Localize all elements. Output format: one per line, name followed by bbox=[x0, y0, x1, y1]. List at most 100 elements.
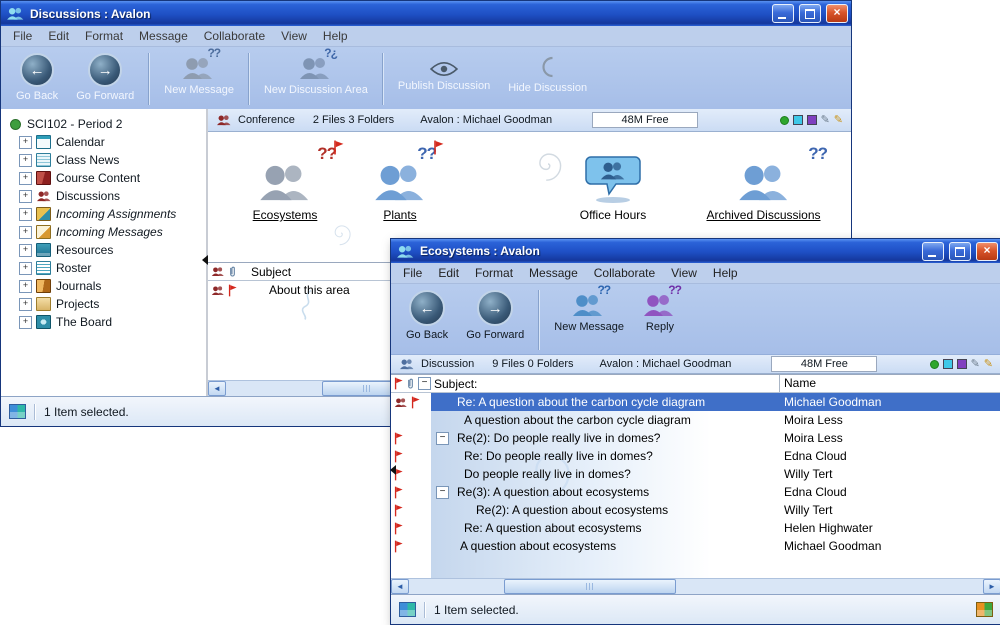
menu-view[interactable]: View bbox=[663, 264, 705, 282]
pencil-gray-icon[interactable]: ✎ bbox=[821, 115, 830, 125]
new-message-button[interactable]: ?? New Message bbox=[155, 50, 243, 108]
go-back-button[interactable]: ← Go Back bbox=[7, 50, 67, 108]
minimize-button[interactable] bbox=[922, 242, 944, 261]
minimize-button[interactable] bbox=[772, 4, 794, 23]
scroll-left-button[interactable]: ◄ bbox=[208, 381, 226, 396]
sidebar-item-the-board[interactable]: + The Board bbox=[1, 313, 206, 331]
layout-grid-icon[interactable] bbox=[976, 602, 993, 617]
new-message-button[interactable]: ?? New Message bbox=[545, 287, 633, 353]
maximize-button[interactable] bbox=[799, 4, 821, 23]
menu-message[interactable]: Message bbox=[131, 27, 196, 45]
splitter-collapse-icon[interactable] bbox=[202, 255, 208, 265]
sidebar-item-roster[interactable]: + Roster bbox=[1, 259, 206, 277]
message-row[interactable]: Do people really live in domes? Willy Te… bbox=[391, 465, 1000, 483]
purple-square-icon[interactable] bbox=[807, 115, 817, 125]
menu-file[interactable]: File bbox=[395, 264, 430, 282]
menu-format[interactable]: Format bbox=[77, 27, 131, 45]
new-discussion-area-button[interactable]: ?¿ New Discussion Area bbox=[255, 50, 377, 108]
sidebar-item-sci102[interactable]: SCI102 - Period 2 bbox=[1, 115, 206, 133]
sidebar-item-incoming-messages[interactable]: + Incoming Messages bbox=[1, 223, 206, 241]
reply-button[interactable]: ?? Reply bbox=[633, 287, 687, 353]
close-button[interactable]: × bbox=[826, 4, 848, 23]
expand-icon[interactable]: + bbox=[19, 262, 32, 275]
scroll-right-button[interactable]: ► bbox=[983, 579, 1000, 594]
scrollbar-track[interactable] bbox=[409, 579, 983, 594]
menu-collaborate[interactable]: Collaborate bbox=[196, 27, 273, 45]
message-row[interactable]: Re: Do people really live in domes? Edna… bbox=[391, 447, 1000, 465]
menu-edit[interactable]: Edit bbox=[40, 27, 77, 45]
splitter-collapse-icon[interactable] bbox=[390, 465, 396, 475]
pencil-gray-icon[interactable]: ✎ bbox=[971, 359, 980, 369]
expand-icon[interactable]: + bbox=[19, 136, 32, 149]
name-column-header[interactable]: Name bbox=[784, 376, 816, 390]
scrollbar-thumb[interactable] bbox=[504, 579, 676, 594]
menu-file[interactable]: File bbox=[5, 27, 40, 45]
go-forward-button[interactable]: → Go Forward bbox=[457, 287, 533, 353]
conference-plants[interactable]: ?? Plants bbox=[350, 146, 450, 222]
view-grid-icon[interactable] bbox=[9, 404, 26, 419]
menu-help[interactable]: Help bbox=[315, 27, 356, 45]
purple-square-icon[interactable] bbox=[957, 359, 967, 369]
sidebar-item-discussions[interactable]: + Discussions bbox=[1, 187, 206, 205]
menu-view[interactable]: View bbox=[273, 27, 315, 45]
sidebar-item-projects[interactable]: + Projects bbox=[1, 295, 206, 313]
message-row[interactable]: Re(2): A question about ecosystems Willy… bbox=[391, 501, 1000, 519]
title-bar[interactable]: Discussions : Avalon × bbox=[1, 1, 851, 26]
conference-ecosystems[interactable]: ?? Ecosystems bbox=[220, 146, 350, 222]
list-header[interactable]: − Subject: Name bbox=[391, 374, 1000, 393]
online-indicator-icon[interactable] bbox=[780, 116, 789, 125]
menu-help[interactable]: Help bbox=[705, 264, 746, 282]
horizontal-scrollbar[interactable]: ◄ ► bbox=[391, 578, 1000, 594]
message-row[interactable]: − Re(3): A question about ecosystems Edn… bbox=[391, 483, 1000, 501]
conference-office-hours[interactable]: Office Hours bbox=[538, 146, 688, 222]
expand-icon[interactable]: + bbox=[19, 280, 32, 293]
collapse-thread-icon[interactable]: − bbox=[436, 432, 449, 445]
menu-edit[interactable]: Edit bbox=[430, 264, 467, 282]
go-back-button[interactable]: ← Go Back bbox=[397, 287, 457, 353]
pencil-gold-icon[interactable]: ✎ bbox=[834, 115, 843, 125]
sidebar-item-calendar[interactable]: + Calendar bbox=[1, 133, 206, 151]
expand-icon[interactable]: + bbox=[19, 316, 32, 329]
expand-icon[interactable]: + bbox=[19, 244, 32, 257]
publish-discussion-button[interactable]: Publish Discussion bbox=[389, 50, 499, 108]
cyan-square-icon[interactable] bbox=[943, 359, 953, 369]
scroll-left-button[interactable]: ◄ bbox=[391, 579, 409, 594]
message-row[interactable]: Re: A question about ecosystems Helen Hi… bbox=[391, 519, 1000, 537]
message-row[interactable]: − Re: A question about the carbon cycle … bbox=[391, 393, 1000, 411]
expand-icon[interactable]: + bbox=[19, 298, 32, 311]
conference-archived-discussions[interactable]: ?? Archived Discussions bbox=[686, 146, 841, 222]
subject-column-header[interactable]: Subject bbox=[251, 265, 291, 279]
view-grid-icon[interactable] bbox=[399, 602, 416, 617]
expand-icon[interactable]: + bbox=[19, 208, 32, 221]
menu-collaborate[interactable]: Collaborate bbox=[586, 264, 663, 282]
expand-icon[interactable]: + bbox=[19, 190, 32, 203]
sidebar-item-journals[interactable]: + Journals bbox=[1, 277, 206, 295]
sidebar-item-incoming-assignments[interactable]: + Incoming Assignments bbox=[1, 205, 206, 223]
message-row[interactable]: − Re(2): Do people really live in domes?… bbox=[391, 429, 1000, 447]
pencil-gold-icon[interactable]: ✎ bbox=[984, 359, 993, 369]
message-row[interactable]: A question about ecosystems Michael Good… bbox=[391, 537, 1000, 555]
flag-column-icon[interactable] bbox=[394, 377, 403, 390]
go-forward-button[interactable]: → Go Forward bbox=[67, 50, 143, 108]
sidebar-item-course-content[interactable]: + Course Content bbox=[1, 169, 206, 187]
expand-icon[interactable]: + bbox=[19, 154, 32, 167]
cyan-square-icon[interactable] bbox=[793, 115, 803, 125]
expand-icon[interactable]: + bbox=[19, 172, 32, 185]
hide-discussion-button[interactable]: Hide Discussion bbox=[499, 50, 596, 108]
new-message-icon: ?? bbox=[571, 290, 607, 318]
thread-column-icon[interactable]: − bbox=[418, 377, 431, 390]
title-bar[interactable]: Ecosystems : Avalon × bbox=[391, 239, 1000, 263]
paperclip-column-icon[interactable] bbox=[406, 377, 415, 390]
sidebar-item-resources[interactable]: + Resources bbox=[1, 241, 206, 259]
menu-message[interactable]: Message bbox=[521, 264, 586, 282]
expand-icon[interactable]: + bbox=[19, 226, 32, 239]
collapse-thread-icon[interactable]: − bbox=[436, 486, 449, 499]
online-indicator-icon[interactable] bbox=[930, 360, 939, 369]
column-divider[interactable] bbox=[779, 375, 780, 392]
close-button[interactable]: × bbox=[976, 242, 998, 261]
maximize-button[interactable] bbox=[949, 242, 971, 261]
subject-column-header[interactable]: Subject: bbox=[434, 377, 477, 391]
menu-format[interactable]: Format bbox=[467, 264, 521, 282]
message-row[interactable]: A question about the carbon cycle diagra… bbox=[391, 411, 1000, 429]
sidebar-item-class-news[interactable]: + Class News bbox=[1, 151, 206, 169]
